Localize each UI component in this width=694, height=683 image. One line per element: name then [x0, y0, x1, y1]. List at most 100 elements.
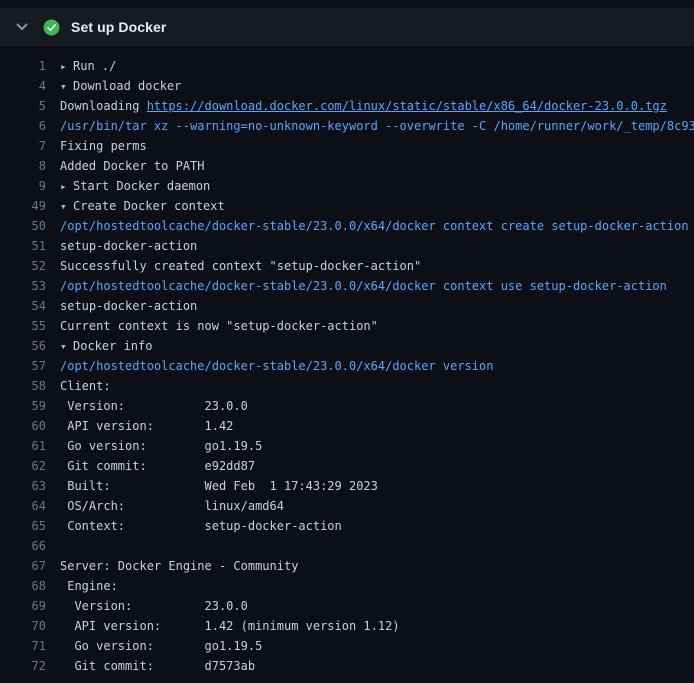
- step-header-set-up-docker[interactable]: Set up Docker: [0, 8, 694, 46]
- log-group-line[interactable]: 1▸Run ./: [0, 56, 694, 76]
- line-number[interactable]: 9: [0, 176, 60, 196]
- log-line: 61 Go version: go1.19.5: [0, 436, 694, 456]
- line-number[interactable]: 64: [0, 496, 60, 516]
- chevron-down-icon[interactable]: ▾: [60, 337, 73, 356]
- log-text: Version: 23.0.0: [60, 599, 248, 613]
- line-content: ▸Start Docker daemon: [60, 176, 210, 196]
- log-text: setup-docker-action: [60, 239, 197, 253]
- log-line: 67Server: Docker Engine - Community: [0, 556, 694, 576]
- line-number[interactable]: 62: [0, 456, 60, 476]
- log-line: 55Current context is now "setup-docker-a…: [0, 316, 694, 336]
- log-group-line[interactable]: 56▾Docker info: [0, 336, 694, 356]
- line-number[interactable]: 57: [0, 356, 60, 376]
- line-content: ▾Download docker: [60, 76, 181, 96]
- line-content: Downloading https://download.docker.com/…: [60, 96, 667, 116]
- line-content: ▾Create Docker context: [60, 196, 225, 216]
- line-number[interactable]: 65: [0, 516, 60, 536]
- log-text: Create Docker context: [73, 199, 225, 213]
- log-group-line[interactable]: 4▾Download docker: [0, 76, 694, 96]
- line-content: Successfully created context "setup-dock…: [60, 256, 421, 276]
- log-line: 59 Version: 23.0.0: [0, 396, 694, 416]
- log-line: 71 Go version: go1.19.5: [0, 636, 694, 656]
- log-line: 5Downloading https://download.docker.com…: [0, 96, 694, 116]
- log-link[interactable]: https://download.docker.com/linux/static…: [147, 99, 667, 113]
- line-content: Go version: go1.19.5: [60, 636, 262, 656]
- log-text: Go version: go1.19.5: [60, 639, 262, 653]
- log-line: 58Client:: [0, 376, 694, 396]
- line-content: Server: Docker Engine - Community: [60, 556, 298, 576]
- log-group-line[interactable]: 9▸Start Docker daemon: [0, 176, 694, 196]
- line-number[interactable]: 5: [0, 96, 60, 116]
- line-number[interactable]: 71: [0, 636, 60, 656]
- line-number[interactable]: 72: [0, 656, 60, 676]
- line-number[interactable]: 1: [0, 56, 60, 76]
- log-line: 60 API version: 1.42: [0, 416, 694, 436]
- line-number[interactable]: 63: [0, 476, 60, 496]
- line-content: Git commit: e92dd87: [60, 456, 255, 476]
- line-number[interactable]: 58: [0, 376, 60, 396]
- line-content: /opt/hostedtoolcache/docker-stable/23.0.…: [60, 356, 493, 376]
- line-number[interactable]: 56: [0, 336, 60, 356]
- line-number[interactable]: 60: [0, 416, 60, 436]
- line-number[interactable]: 53: [0, 276, 60, 296]
- line-number[interactable]: 52: [0, 256, 60, 276]
- log-line: 51setup-docker-action: [0, 236, 694, 256]
- chevron-down-icon[interactable]: ▾: [60, 197, 73, 216]
- log-line: 7Fixing perms: [0, 136, 694, 156]
- log-line: 52Successfully created context "setup-do…: [0, 256, 694, 276]
- log-text: Client:: [60, 379, 111, 393]
- log-text: API version: 1.42: [60, 419, 233, 433]
- log-group-line[interactable]: 49▾Create Docker context: [0, 196, 694, 216]
- log-text: setup-docker-action: [60, 299, 197, 313]
- log-line: 62 Git commit: e92dd87: [0, 456, 694, 476]
- line-number[interactable]: 70: [0, 616, 60, 636]
- line-number[interactable]: 66: [0, 536, 60, 556]
- line-content: /opt/hostedtoolcache/docker-stable/23.0.…: [60, 276, 667, 296]
- chevron-down-icon[interactable]: ▾: [60, 77, 73, 96]
- chevron-down-icon[interactable]: [14, 19, 30, 35]
- log-text: Current context is now "setup-docker-act…: [60, 319, 378, 333]
- line-content: API version: 1.42 (minimum version 1.12): [60, 616, 400, 636]
- log-text: Go version: go1.19.5: [60, 439, 262, 453]
- log-text: Git commit: d7573ab: [60, 659, 255, 673]
- log-text: API version: 1.42 (minimum version 1.12): [60, 619, 400, 633]
- log-line: 69 Version: 23.0.0: [0, 596, 694, 616]
- line-content: API version: 1.42: [60, 416, 233, 436]
- line-number[interactable]: 7: [0, 136, 60, 156]
- line-number[interactable]: 8: [0, 156, 60, 176]
- log-text: Engine:: [60, 579, 118, 593]
- line-number[interactable]: 67: [0, 556, 60, 576]
- line-content: Engine:: [60, 576, 118, 596]
- log-text: Version: 23.0.0: [60, 399, 248, 413]
- line-number[interactable]: 59: [0, 396, 60, 416]
- chevron-right-icon[interactable]: ▸: [60, 57, 73, 76]
- log-line: 50/opt/hostedtoolcache/docker-stable/23.…: [0, 216, 694, 236]
- line-number[interactable]: 50: [0, 216, 60, 236]
- line-number[interactable]: 54: [0, 296, 60, 316]
- line-content: Context: setup-docker-action: [60, 516, 342, 536]
- log-line: 65 Context: setup-docker-action: [0, 516, 694, 536]
- log-text: Context: setup-docker-action: [60, 519, 342, 533]
- line-number[interactable]: 6: [0, 116, 60, 136]
- log-command-text: /opt/hostedtoolcache/docker-stable/23.0.…: [60, 219, 689, 233]
- line-number[interactable]: 68: [0, 576, 60, 596]
- log-line: 57/opt/hostedtoolcache/docker-stable/23.…: [0, 356, 694, 376]
- log-line: 54setup-docker-action: [0, 296, 694, 316]
- line-number[interactable]: 61: [0, 436, 60, 456]
- line-content: Version: 23.0.0: [60, 596, 248, 616]
- line-number[interactable]: 69: [0, 596, 60, 616]
- log-command-text: /opt/hostedtoolcache/docker-stable/23.0.…: [60, 359, 493, 373]
- line-number[interactable]: 4: [0, 76, 60, 96]
- line-number[interactable]: 49: [0, 196, 60, 216]
- log-line: 64 OS/Arch: linux/amd64: [0, 496, 694, 516]
- log-line: 66: [0, 536, 694, 556]
- line-number[interactable]: 55: [0, 316, 60, 336]
- chevron-right-icon[interactable]: ▸: [60, 177, 73, 196]
- line-number[interactable]: 51: [0, 236, 60, 256]
- line-content: /usr/bin/tar xz --warning=no-unknown-key…: [60, 116, 694, 136]
- line-content: Client:: [60, 376, 111, 396]
- log-lines: 1▸Run ./4▾Download docker5Downloading ht…: [0, 46, 694, 676]
- line-content: OS/Arch: linux/amd64: [60, 496, 284, 516]
- log-line: 6/usr/bin/tar xz --warning=no-unknown-ke…: [0, 116, 694, 136]
- log-text: Successfully created context "setup-dock…: [60, 259, 421, 273]
